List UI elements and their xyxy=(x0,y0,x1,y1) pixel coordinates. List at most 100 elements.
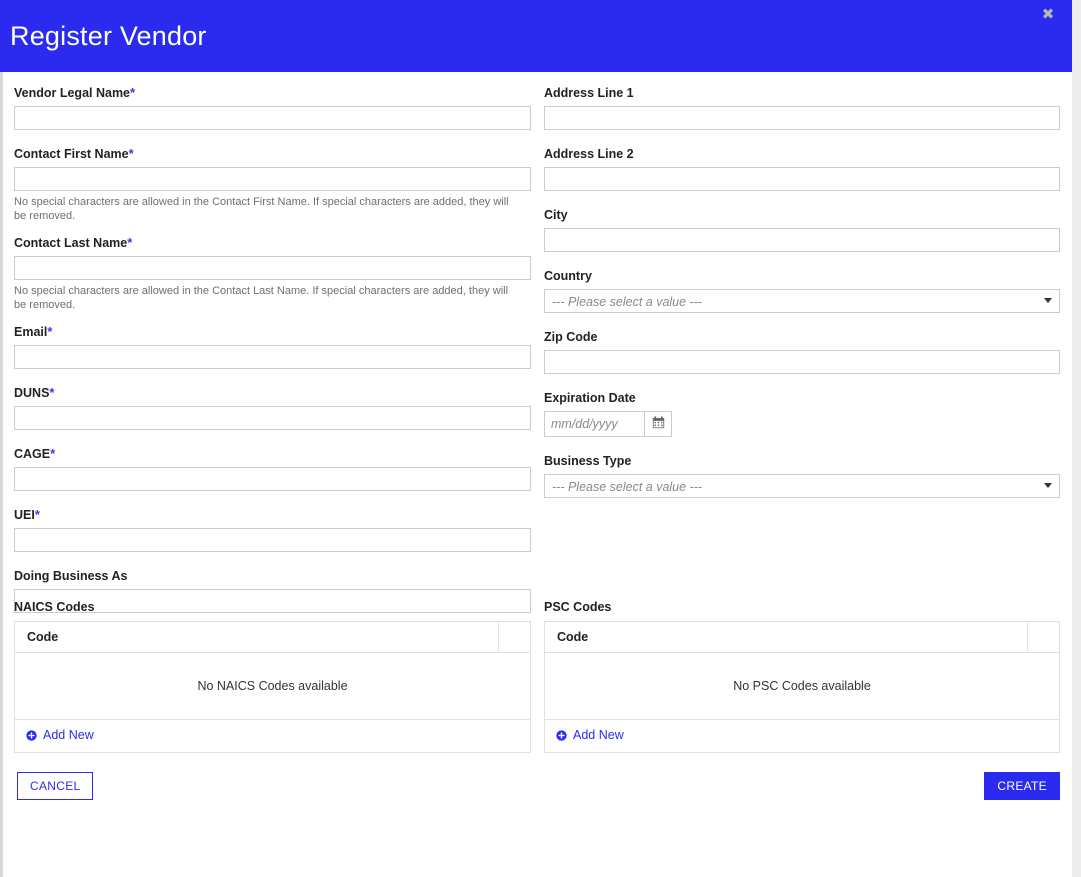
label-city: City xyxy=(544,207,1060,223)
country-select-wrapper: --- Please select a value --- xyxy=(544,289,1060,313)
table-row-empty: No NAICS Codes available xyxy=(14,652,531,720)
page-title: Register Vendor xyxy=(10,21,207,51)
field-duns: DUNS* xyxy=(14,385,531,430)
psc-add-new-button[interactable]: Add New xyxy=(556,728,624,742)
city-input[interactable] xyxy=(544,228,1060,252)
label-text: City xyxy=(544,208,568,222)
naics-add-new-button[interactable]: Add New xyxy=(26,728,94,742)
label-doing-business-as: Doing Business As xyxy=(14,568,531,584)
duns-input[interactable] xyxy=(14,406,531,430)
country-select[interactable]: --- Please select a value --- xyxy=(544,289,1060,313)
naics-column-code: Code xyxy=(14,621,499,653)
label-uei: UEI* xyxy=(14,507,531,523)
required-asterisk: * xyxy=(128,146,134,161)
psc-codes-title: PSC Codes xyxy=(544,600,612,614)
label-text: Zip Code xyxy=(544,330,598,344)
label-text: Expiration Date xyxy=(544,391,636,405)
psc-column-code: Code xyxy=(544,621,1028,653)
calendar-picker-button[interactable] xyxy=(644,411,672,437)
field-contact-last-name: Contact Last Name* No special characters… xyxy=(14,235,531,312)
naics-codes-table: Code No NAICS Codes available Add New xyxy=(14,621,531,753)
contact-last-name-input[interactable] xyxy=(14,256,531,280)
label-duns: DUNS* xyxy=(14,385,531,401)
psc-codes-section: PSC Codes Code No PSC Codes available Ad… xyxy=(544,600,1060,753)
label-text: Country xyxy=(544,269,592,283)
psc-column-actions xyxy=(1027,621,1060,653)
field-business-type: Business Type --- Please select a value … xyxy=(544,453,1060,498)
plus-circle-icon xyxy=(26,729,37,741)
field-vendor-legal-name: Vendor Legal Name* xyxy=(14,85,531,130)
field-zip-code: Zip Code xyxy=(544,329,1060,374)
field-city: City xyxy=(544,207,1060,252)
label-text: CAGE xyxy=(14,447,51,461)
label-text: Doing Business As xyxy=(14,569,128,583)
email-input[interactable] xyxy=(14,345,531,369)
psc-codes-table: Code No PSC Codes available Add New xyxy=(544,621,1060,753)
label-text: Contact Last Name xyxy=(14,236,128,250)
label-contact-first-name: Contact First Name* xyxy=(14,146,531,162)
table-row-add: Add New xyxy=(545,720,1060,753)
naics-codes-section: NAICS Codes Code No NAICS Codes availabl… xyxy=(14,600,531,753)
field-contact-first-name: Contact First Name* No special character… xyxy=(14,146,531,223)
table-row-add: Add New xyxy=(15,720,531,753)
naics-column-actions xyxy=(498,621,531,653)
field-cage: CAGE* xyxy=(14,446,531,491)
naics-empty-message: No NAICS Codes available xyxy=(14,652,531,720)
label-cage: CAGE* xyxy=(14,446,531,462)
label-address-line-1: Address Line 1 xyxy=(544,85,1060,101)
table-header-row: Code xyxy=(544,621,1060,653)
page-right-gutter xyxy=(1072,0,1081,877)
required-asterisk: * xyxy=(127,235,133,250)
uei-input[interactable] xyxy=(14,528,531,552)
required-asterisk: * xyxy=(47,324,53,339)
field-country: Country --- Please select a value --- xyxy=(544,268,1060,313)
label-text: DUNS xyxy=(14,386,50,400)
close-icon[interactable]: ✖ xyxy=(1037,4,1059,26)
naics-add-new-label: Add New xyxy=(43,728,94,742)
label-country: Country xyxy=(544,268,1060,284)
label-expiration-date: Expiration Date xyxy=(544,390,1060,406)
field-email: Email* xyxy=(14,324,531,369)
contact-first-name-input[interactable] xyxy=(14,167,531,191)
cancel-button[interactable]: CANCEL xyxy=(17,772,94,800)
table-row-empty: No PSC Codes available xyxy=(544,652,1060,720)
label-address-line-2: Address Line 2 xyxy=(544,146,1060,162)
required-asterisk: * xyxy=(49,385,55,400)
label-text: Contact First Name xyxy=(14,147,129,161)
field-expiration-date: Expiration Date xyxy=(544,390,1060,437)
field-uei: UEI* xyxy=(14,507,531,552)
business-type-select[interactable]: --- Please select a value --- xyxy=(544,474,1060,498)
required-asterisk: * xyxy=(50,446,56,461)
vendor-legal-name-input[interactable] xyxy=(14,106,531,130)
psc-add-new-label: Add New xyxy=(573,728,624,742)
modal-header: Register Vendor ✖ xyxy=(0,0,1072,72)
field-address-line-2: Address Line 2 xyxy=(544,146,1060,191)
address-line-1-input[interactable] xyxy=(544,106,1060,130)
required-asterisk: * xyxy=(130,85,136,100)
label-text: Address Line 1 xyxy=(544,86,634,100)
contact-last-name-helper-text: No special characters are allowed in the… xyxy=(14,285,509,311)
label-text: Business Type xyxy=(544,454,632,468)
expiration-date-input[interactable] xyxy=(544,411,644,437)
create-button[interactable]: CREATE xyxy=(984,772,1060,800)
contact-first-name-helper-text: No special characters are allowed in the… xyxy=(14,196,509,222)
label-email: Email* xyxy=(14,324,531,340)
zip-code-input[interactable] xyxy=(544,350,1060,374)
label-vendor-legal-name: Vendor Legal Name* xyxy=(14,85,531,101)
label-business-type: Business Type xyxy=(544,453,1060,469)
label-contact-last-name: Contact Last Name* xyxy=(14,235,531,251)
register-vendor-modal: Register Vendor ✖ Vendor Legal Name* Con… xyxy=(0,0,1081,877)
cage-input[interactable] xyxy=(14,467,531,491)
naics-codes-title: NAICS Codes xyxy=(14,600,95,614)
plus-circle-icon xyxy=(556,729,567,741)
field-address-line-1: Address Line 1 xyxy=(544,85,1060,130)
required-asterisk: * xyxy=(34,507,40,522)
psc-empty-message: No PSC Codes available xyxy=(544,652,1060,720)
address-line-2-input[interactable] xyxy=(544,167,1060,191)
label-text: Address Line 2 xyxy=(544,147,634,161)
form-column-left: Vendor Legal Name* Contact First Name* N… xyxy=(14,85,531,613)
form-column-right: Address Line 1 Address Line 2 City Count… xyxy=(544,85,1060,498)
label-text: Vendor Legal Name xyxy=(14,86,131,100)
business-type-select-wrapper: --- Please select a value --- xyxy=(544,474,1060,498)
label-text: Email xyxy=(14,325,48,339)
